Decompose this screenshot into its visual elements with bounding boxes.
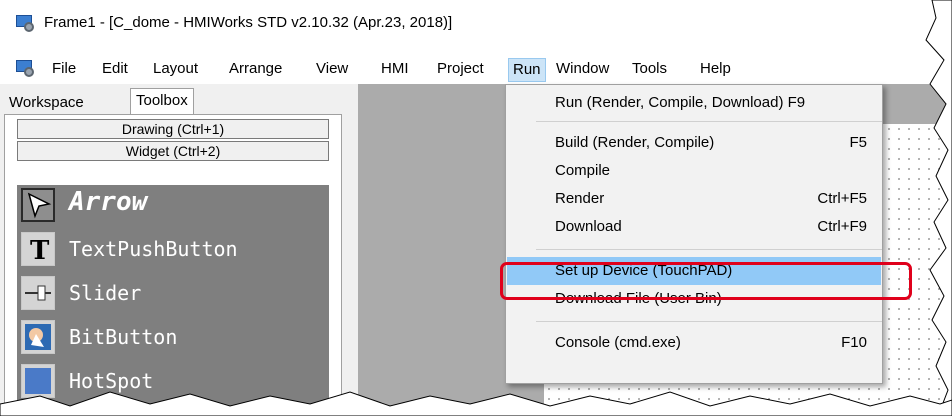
menu-item-shortcut: F10 <box>841 334 867 351</box>
menu-item-label: Console (cmd.exe) <box>555 334 681 351</box>
text-push-button-icon: T <box>21 232 55 266</box>
window-title: Frame1 - [C_dome - HMIWorks STD v2.10.32… <box>44 14 453 31</box>
tool-label: HotSpot <box>69 369 154 393</box>
menu-hmi[interactable]: HMI <box>381 58 409 82</box>
tool-list: Arrow T TextPushButton Slider BitButton … <box>17 185 329 416</box>
widget-category-button[interactable]: Widget (Ctrl+2) <box>17 141 329 161</box>
menu-help[interactable]: Help <box>700 58 731 82</box>
menu-tools[interactable]: Tools <box>632 58 667 82</box>
menu-item-render[interactable]: Render Ctrl+F5 <box>507 185 881 213</box>
tool-label: Slider <box>69 281 142 305</box>
hmiworks-window: Frame1 - [C_dome - HMIWorks STD v2.10.32… <box>0 0 952 416</box>
svg-text:T: T <box>30 236 50 265</box>
menu-separator <box>536 121 882 122</box>
tool-label: TextPushButton <box>69 237 238 261</box>
tool-label: Arrow <box>69 187 148 217</box>
system-menu-icon[interactable] <box>16 59 34 77</box>
toolbox-body: Drawing (Ctrl+1) Widget (Ctrl+2) Arrow T… <box>4 114 342 416</box>
slider-icon <box>21 276 55 310</box>
menu-window[interactable]: Window <box>556 58 609 82</box>
menu-layout[interactable]: Layout <box>153 58 198 82</box>
bit-button-icon <box>21 320 55 354</box>
annotation-highlight-box <box>500 262 912 300</box>
menu-item-label: Compile <box>555 162 611 179</box>
tool-arrow[interactable]: Arrow <box>17 185 329 225</box>
menu-separator <box>536 321 882 322</box>
hotspot-icon <box>21 364 55 398</box>
menu-arrange[interactable]: Arrange <box>229 58 282 82</box>
tab-toolbox[interactable]: Toolbox <box>130 88 194 114</box>
menu-item-run[interactable]: Run (Render, Compile, Download) F9 <box>507 89 881 117</box>
tool-slider[interactable]: Slider <box>17 273 329 313</box>
run-menu-dropdown: Run (Render, Compile, Download) F9 Build… <box>505 84 883 384</box>
app-icon <box>16 14 34 32</box>
tool-hotspot[interactable]: HotSpot <box>17 361 329 401</box>
menu-item-console[interactable]: Console (cmd.exe) F10 <box>507 329 881 357</box>
menu-item-download[interactable]: Download Ctrl+F9 <box>507 213 881 241</box>
menu-item-build[interactable]: Build (Render, Compile) F5 <box>507 129 881 157</box>
menu-item-shortcut: F5 <box>849 134 867 151</box>
menu-separator <box>536 249 882 250</box>
toolbox-panel: Workspace Toolbox Drawing (Ctrl+1) Widge… <box>0 84 346 416</box>
menu-bar: File Edit Layout Arrange View HMI Projec… <box>0 52 952 84</box>
menu-item-shortcut: Ctrl+F9 <box>817 218 867 235</box>
menu-item-label: Render <box>555 190 605 207</box>
tool-textpushbutton[interactable]: T TextPushButton <box>17 229 329 269</box>
menu-file[interactable]: File <box>52 58 76 82</box>
arrow-pointer-icon <box>21 188 55 222</box>
tab-workspace[interactable]: Workspace <box>4 92 89 114</box>
menu-item-label: Download <box>555 218 622 235</box>
tool-label: BitButton <box>69 325 178 349</box>
menu-view[interactable]: View <box>316 58 348 82</box>
tool-bitbutton[interactable]: BitButton <box>17 317 329 357</box>
menu-item-label: Build (Render, Compile) <box>555 134 715 151</box>
menu-run[interactable]: Run <box>508 58 546 82</box>
menu-edit[interactable]: Edit <box>102 58 128 82</box>
menu-project[interactable]: Project <box>437 58 484 82</box>
menu-item-compile[interactable]: Compile <box>507 157 881 185</box>
menu-item-label: Run (Render, Compile, Download) F9 <box>555 94 806 111</box>
title-bar: Frame1 - [C_dome - HMIWorks STD v2.10.32… <box>0 0 952 52</box>
drawing-category-button[interactable]: Drawing (Ctrl+1) <box>17 119 329 139</box>
menu-item-shortcut: Ctrl+F5 <box>817 190 867 207</box>
